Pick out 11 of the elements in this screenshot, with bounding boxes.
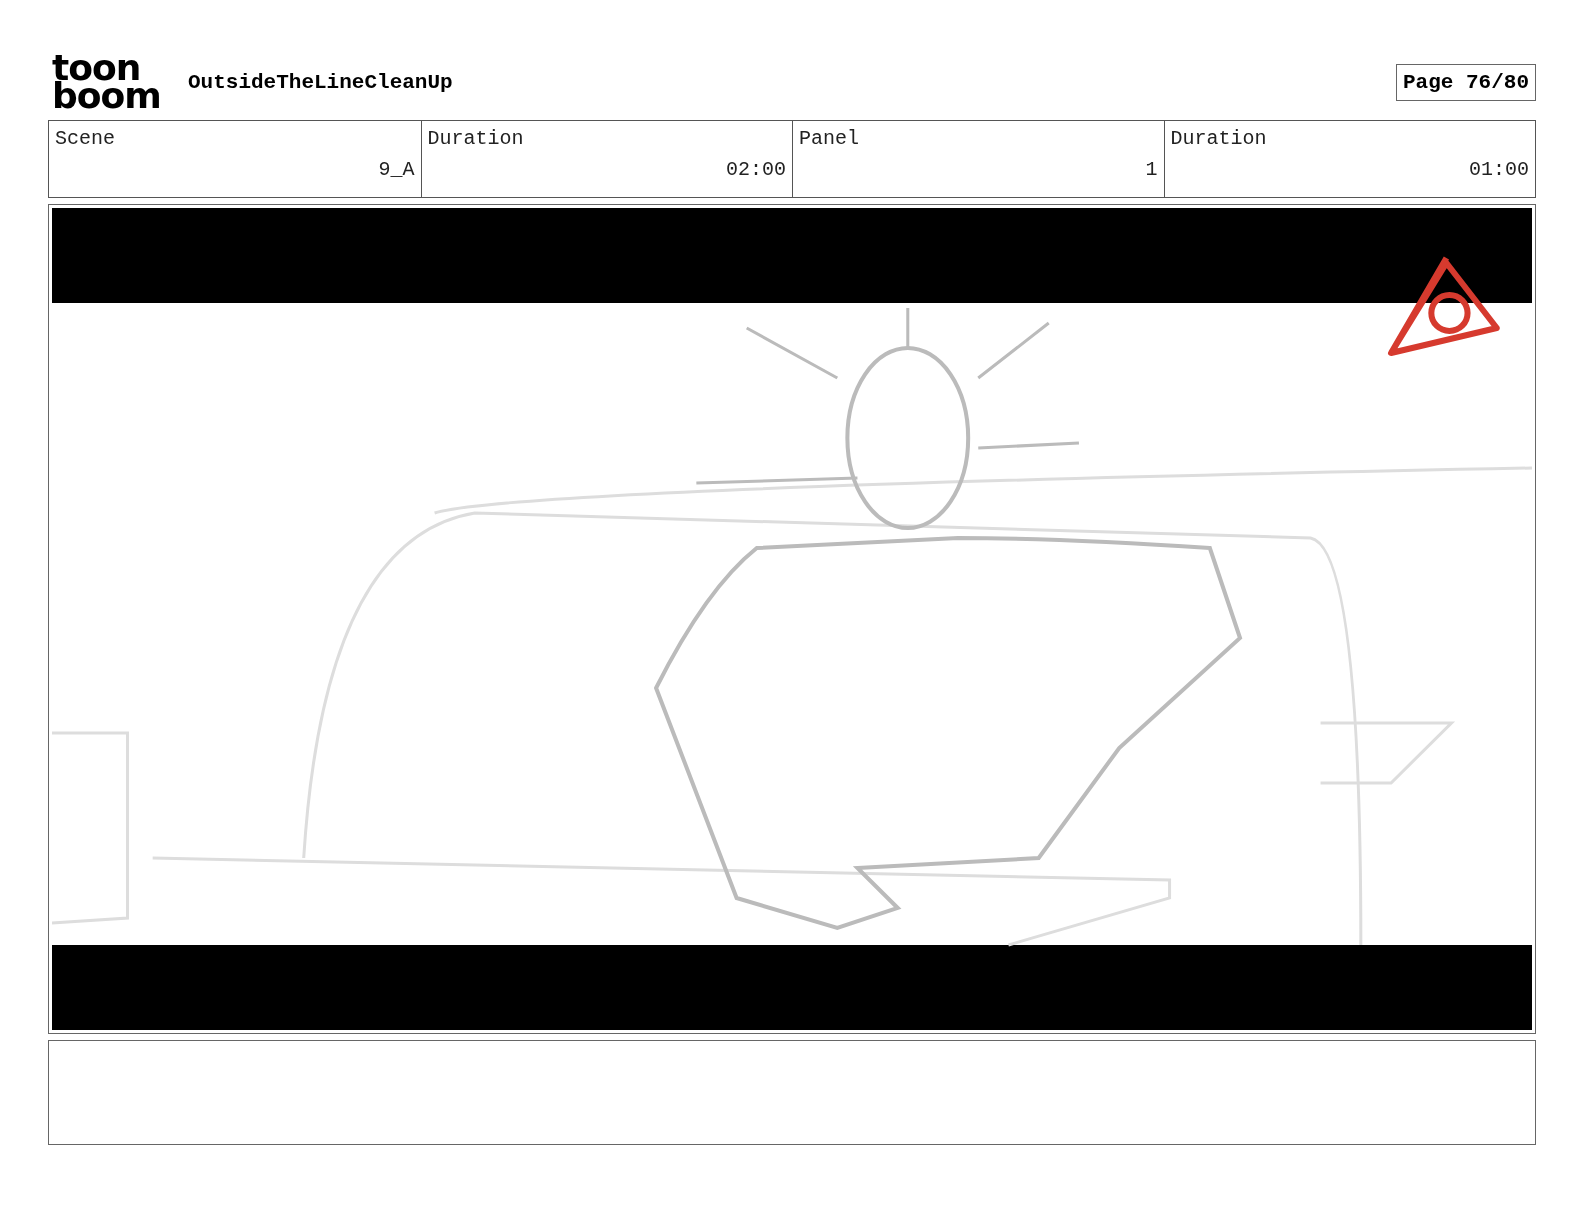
field-label: Panel (799, 127, 859, 150)
field-value: 01:00 (1468, 158, 1529, 181)
field-value: 9_A (377, 158, 415, 181)
field-value: 02:00 (725, 158, 786, 181)
field-value: 1 (1144, 158, 1158, 181)
field-label: Duration (427, 127, 524, 150)
page-indicator: Page 76/80 (1395, 63, 1536, 101)
project-title: OutsideTheLineCleanUp (188, 70, 453, 94)
field-label: Duration (1170, 127, 1267, 150)
field-label: Scene (55, 127, 115, 150)
logo: toon boom (52, 54, 162, 110)
